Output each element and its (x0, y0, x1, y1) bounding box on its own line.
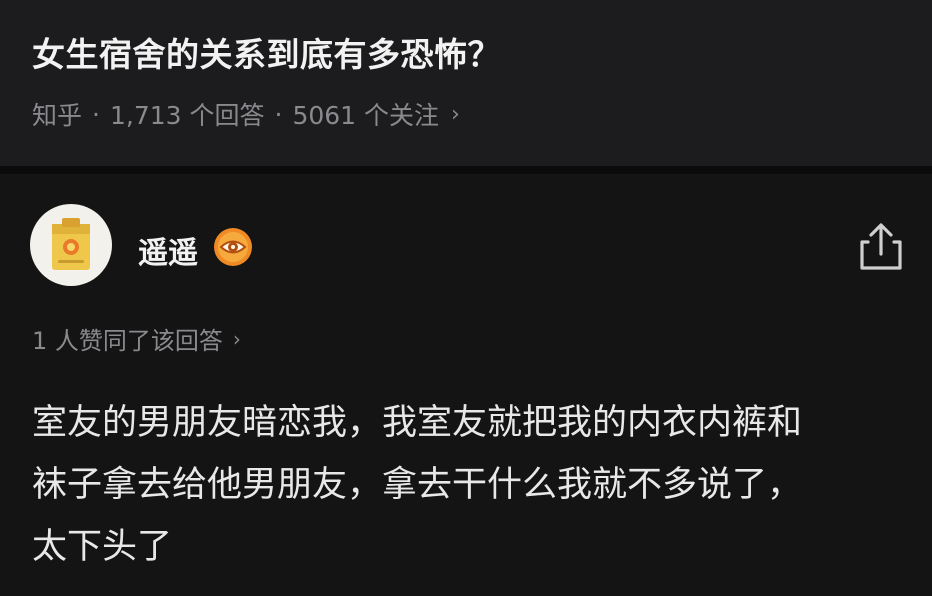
upvote-summary[interactable]: 1 人赞同了该回答 › (32, 321, 241, 356)
avatar[interactable] (30, 204, 112, 286)
answer-card: 遥遥 1 人赞同了该回答 › 室友的男朋友暗恋我，我室友就把我的内衣内裤和 袜子… (0, 174, 932, 596)
chevron-right-icon: › (232, 326, 241, 351)
chevron-right-icon: › (451, 101, 460, 127)
source-label: 知乎 (32, 101, 83, 130)
upvote-text: 1 人赞同了该回答 (32, 327, 223, 355)
question-meta[interactable]: 知乎 · 1,713 个回答 · 5061 个关注 › (32, 96, 460, 132)
answer-content[interactable]: 室友的男朋友暗恋我，我室友就把我的内衣内裤和 袜子拿去给他男朋友，拿去干什么我就… (32, 392, 902, 578)
separator: · (92, 99, 100, 129)
answer-line: 太下头了 (32, 527, 173, 567)
followers-count: 5061 个关注 (292, 101, 440, 130)
section-divider (0, 166, 932, 174)
author-name[interactable]: 遥遥 (138, 228, 198, 272)
sticky-note-avatar-icon (52, 218, 90, 270)
eye-badge-icon[interactable] (213, 227, 253, 267)
answers-count: 1,713 个回答 (109, 101, 265, 130)
answer-line: 室友的男朋友暗恋我，我室友就把我的内衣内裤和 (32, 403, 803, 443)
answer-line: 袜子拿去给他男朋友，拿去干什么我就不多说了， (32, 465, 803, 505)
share-icon[interactable] (856, 218, 906, 274)
separator: · (274, 99, 283, 129)
question-title[interactable]: 女生宿舍的关系到底有多恐怖？ (32, 28, 501, 76)
question-header: 女生宿舍的关系到底有多恐怖？ 知乎 · 1,713 个回答 · 5061 个关注… (0, 0, 932, 166)
